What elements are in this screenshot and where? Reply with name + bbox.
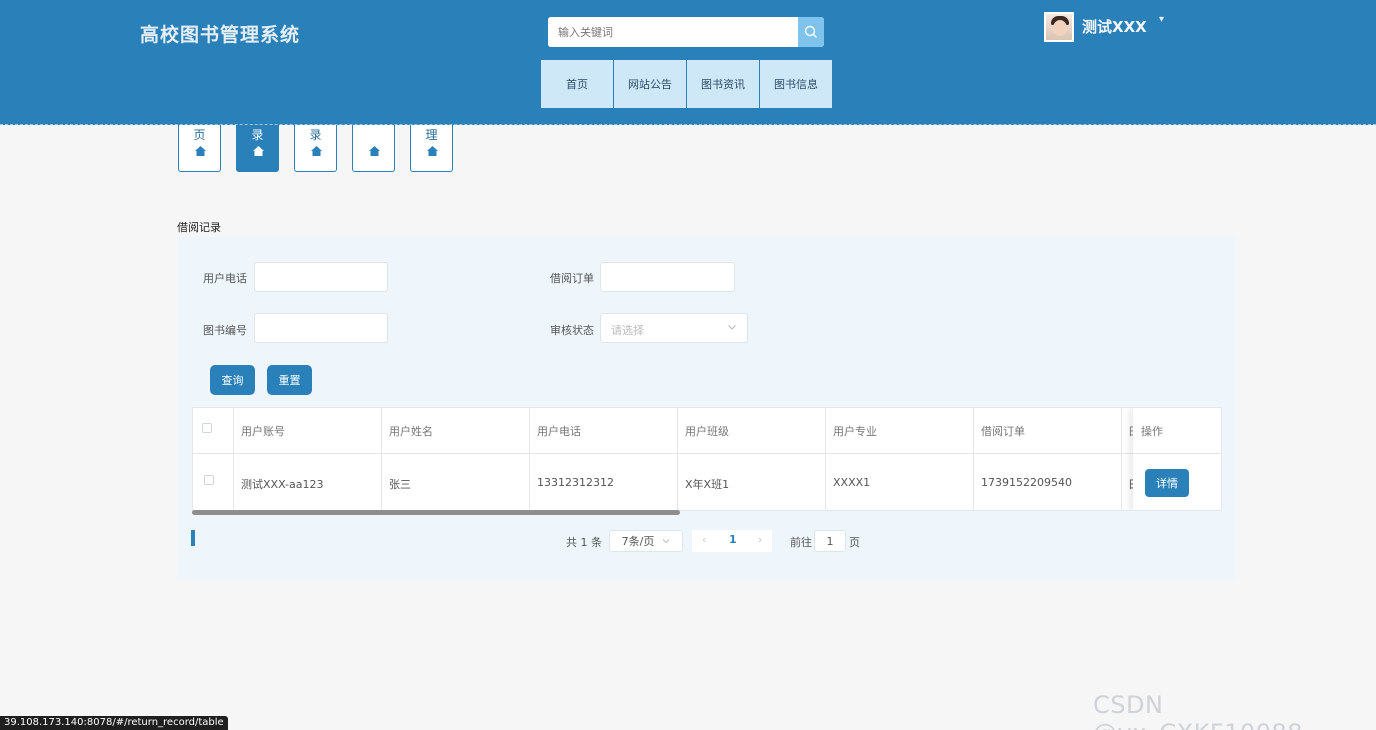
browser-status-url: 39.108.173.140:8078/#/return_record/tabl… — [0, 716, 228, 730]
menu-tile-label: 理 — [425, 128, 438, 142]
column-header[interactable]: 用户电话 — [537, 423, 581, 439]
nav-item-announcements[interactable]: 网站公告 — [614, 60, 686, 108]
column-header[interactable]: 用户专业 — [833, 423, 877, 439]
table-horizontal-scrollbar[interactable] — [192, 510, 680, 515]
nav-item-home[interactable]: 首页 — [541, 60, 613, 108]
status-label: 审核状态 — [550, 324, 594, 337]
column-header[interactable]: 用户账号 — [241, 423, 285, 439]
order-field[interactable] — [600, 262, 735, 292]
op-divider — [1133, 453, 1221, 454]
table-cell: 张三 — [389, 478, 411, 491]
book-no-label: 图书编号 — [203, 324, 247, 337]
avatar[interactable] — [1044, 12, 1074, 42]
home-icon — [311, 146, 322, 156]
column-header[interactable]: 用户班级 — [685, 423, 729, 439]
borrow-record-table: 用户账号 用户姓名 用户电话 用户班级 用户专业 借阅订单 日 测试XXX-aa… — [192, 407, 1222, 511]
goto-suffix: 页 — [849, 536, 860, 549]
header-divider — [193, 453, 1221, 454]
search-box — [548, 17, 824, 47]
menu-tile-manage[interactable]: 理 — [410, 125, 453, 172]
page-size-select[interactable]: 7条/页 — [609, 530, 683, 552]
top-header: 高校图书管理系统 测试XXX ▾ 首页 网站公告 图书资讯 图书信息 — [0, 0, 1376, 125]
status-select[interactable]: 请选择 — [600, 313, 748, 343]
query-button[interactable]: 查询 — [210, 365, 255, 395]
home-icon — [427, 146, 438, 156]
table-cell: XXXX1 — [833, 476, 871, 489]
nav-item-book-news[interactable]: 图书资讯 — [687, 60, 759, 108]
column-header[interactable]: 借阅订单 — [981, 423, 1025, 439]
page-number-current[interactable]: 1 — [729, 533, 737, 546]
menu-tile-label: 页 — [193, 128, 206, 142]
pagination-total: 共 1 条 — [566, 536, 602, 549]
page-size-value: 7条/页 — [621, 535, 655, 548]
accent-marker — [191, 530, 195, 546]
menu-tile-label: 录 — [251, 128, 264, 142]
reset-button[interactable]: 重置 — [267, 365, 312, 395]
avatar-face — [1053, 20, 1067, 36]
phone-label: 用户电话 — [203, 272, 247, 285]
search-icon — [804, 25, 817, 38]
username[interactable]: 测试XXX — [1082, 16, 1147, 37]
home-icon — [195, 146, 206, 156]
prev-page-button[interactable]: ‹ — [702, 533, 706, 546]
home-icon — [253, 146, 264, 156]
menu-tile-borrow-record[interactable]: 录 — [236, 125, 279, 172]
menu-tile-4[interactable] — [352, 125, 395, 172]
checkbox-column — [193, 408, 234, 510]
status-select-placeholder: 请选择 — [611, 324, 644, 337]
home-icon — [369, 146, 380, 156]
table-cell: X年X班1 — [685, 478, 730, 491]
chevron-down-icon — [728, 325, 736, 330]
menu-tile-label: 录 — [309, 128, 322, 142]
menu-tile-return-record[interactable]: 录 — [294, 125, 337, 172]
row-checkbox[interactable] — [204, 475, 214, 485]
chevron-down-icon — [663, 539, 670, 544]
detail-button[interactable]: 详情 — [1145, 469, 1189, 497]
book-no-field[interactable] — [254, 313, 388, 343]
chevron-down-icon[interactable]: ▾ — [1159, 14, 1164, 25]
goto-page-input[interactable]: 1 — [814, 530, 846, 552]
page-title: 借阅记录 — [177, 221, 221, 234]
operation-column: 操作 详情 — [1133, 408, 1221, 510]
watermark: CSDN @vx_CXKF10088 — [1093, 691, 1303, 730]
column-header-operation: 操作 — [1141, 425, 1163, 438]
next-page-button[interactable]: › — [758, 533, 762, 546]
menu-tile-home[interactable]: 页 — [178, 125, 221, 172]
order-label: 借阅订单 — [550, 272, 594, 285]
goto-prefix: 前往 — [790, 536, 812, 549]
select-all-checkbox[interactable] — [202, 423, 212, 433]
search-input[interactable] — [548, 17, 800, 47]
pagination-pager: ‹ 1 › — [692, 530, 772, 552]
search-button[interactable] — [798, 17, 824, 47]
column-header[interactable]: 用户姓名 — [389, 423, 433, 439]
nav-item-book-info[interactable]: 图书信息 — [760, 60, 832, 108]
phone-field[interactable] — [254, 262, 388, 292]
table-cell: 测试XXX-aa123 — [241, 478, 324, 491]
site-title[interactable]: 高校图书管理系统 — [140, 20, 300, 47]
table-cell: 13312312312 — [537, 476, 614, 489]
main-nav: 首页 网站公告 图书资讯 图书信息 — [541, 60, 832, 108]
table-cell: 1739152209540 — [981, 476, 1072, 489]
goto-page-value: 1 — [826, 534, 834, 548]
